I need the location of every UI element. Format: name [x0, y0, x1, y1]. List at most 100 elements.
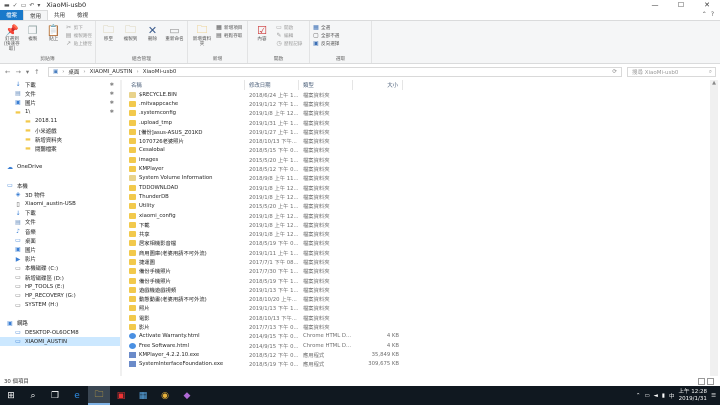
history-button[interactable]: ◷ 歷程記錄	[276, 40, 302, 47]
sidebar-item[interactable]: ▭ 本機	[0, 181, 122, 190]
sidebar-item[interactable]: ▤ 文件 ✱	[0, 89, 122, 98]
sidebar-item[interactable]: ▭ 本機磁碟 (C:)	[0, 264, 122, 273]
sidebar-item[interactable]: ▭ 新增磁碟區 (D:)	[0, 273, 122, 282]
open-button[interactable]: ▭ 開啟	[276, 24, 302, 31]
sidebar-item[interactable]: ▶ 影片	[0, 255, 122, 264]
file-row[interactable]: 動態動畫(老婆用請不可外流) 2018/10/20 上午... 檔案資料夾	[127, 295, 707, 304]
sidebar-item[interactable]: ↓ 下載 ✱	[0, 80, 122, 89]
rename-button[interactable]: ▭ 重新命名	[165, 23, 184, 43]
notification-icon[interactable]: ☰	[711, 393, 716, 399]
sidebar-item[interactable]: ▭ XIAOMI_AUSTIN	[0, 337, 122, 347]
breadcrumb-root[interactable]: 桌面	[68, 68, 79, 76]
file-row[interactable]: TDDOWNLOAD 2019/1/8 上午 12... 檔案資料夾	[127, 183, 707, 192]
sidebar-item[interactable]: ▣ 圖片 ✱	[0, 98, 122, 107]
file-row[interactable]: .upload_tmp 2019/1/31 上午 1... 檔案資料夾	[127, 118, 707, 127]
file-row[interactable]: images 2015/5/20 上午 1... 檔案資料夾	[127, 155, 707, 164]
search-icon[interactable]: ⌕	[22, 386, 44, 405]
tab-home[interactable]: 常用	[23, 10, 49, 20]
delete-button[interactable]: ✕ 刪除	[143, 23, 162, 43]
file-explorer-icon[interactable]: 🗀	[88, 386, 110, 405]
file-row[interactable]: System Volume Information 2018/9/8 上午 11.…	[127, 174, 707, 183]
up-arrow-icon[interactable]: ↑	[34, 68, 39, 76]
file-row[interactable]: Cesalobal 2018/5/15 下午 0... 檔案資料夾	[127, 146, 707, 155]
column-header-date[interactable]: 修改日期	[245, 80, 299, 90]
refresh-icon[interactable]: ⟳	[612, 69, 617, 75]
file-row[interactable]: $RECYCLE.BIN 2018/6/24 上午 1... 檔案資料夾	[127, 90, 707, 99]
file-row[interactable]: 遊戲機遊戲視頻 2019/1/13 下午 1... 檔案資料夾	[127, 285, 707, 294]
file-row[interactable]: 居家相機影音檔 2018/5/19 下午 0... 檔案資料夾	[127, 239, 707, 248]
breadcrumb-device[interactable]: XIAOMI_AUSTIN	[90, 69, 133, 75]
sidebar-item[interactable]: ☁ OneDrive	[0, 163, 122, 172]
ime-icon[interactable]: 中	[669, 392, 675, 400]
file-row[interactable]: 下載 2019/1/8 上午 12... 檔案資料夾	[127, 220, 707, 229]
undo-icon[interactable]: ↶	[29, 2, 34, 9]
file-row[interactable]: 照片 2019/1/13 下午 1... 檔案資料夾	[127, 304, 707, 313]
sidebar-item[interactable]: ▭ DESKTOP-OL6OCM8	[0, 328, 122, 337]
file-row[interactable]: .systemconfig 2019/1/8 上午 12... 檔案資料夾	[127, 109, 707, 118]
column-header-name[interactable]: 名稱	[127, 80, 245, 90]
details-view-button[interactable]	[698, 377, 705, 385]
file-row[interactable]: 備份手機照片 2018/5/19 下午 1... 檔案資料夾	[127, 276, 707, 285]
volume-icon[interactable]: ◄	[654, 393, 658, 399]
app-purple-icon[interactable]: ◆	[176, 386, 198, 405]
edit-button[interactable]: ✎ 編輯	[276, 32, 302, 39]
paste-button[interactable]: 📋 貼上	[45, 23, 63, 43]
file-row[interactable]: [備份]asus-ASUS_Z01KD 2019/1/27 上午 1... 檔案資料…	[127, 127, 707, 136]
file-row[interactable]: 影片 2017/7/13 下午 0... 檔案資料夾	[127, 322, 707, 331]
chrome-icon[interactable]: ◉	[154, 386, 176, 405]
easy-access-button[interactable]: ▤ 輕鬆存取	[216, 32, 242, 39]
help-icon[interactable]: ?	[711, 11, 714, 18]
sidebar-item[interactable]: ▤ 文件	[0, 218, 122, 227]
sidebar-item[interactable]: ▣ 圖片	[0, 245, 122, 254]
new-item-button[interactable]: ▦ 新增項目	[216, 24, 242, 31]
cut-button[interactable]: ✂ 剪下	[66, 24, 92, 31]
close-button[interactable]: ✕	[694, 0, 720, 10]
sidebar-item[interactable]: ♪ 音樂	[0, 227, 122, 236]
paste-shortcut-button[interactable]: ↗ 貼上捷徑	[66, 40, 92, 47]
breadcrumb-folder[interactable]: XiaoMi-usb0	[143, 69, 177, 75]
tab-share[interactable]: 共用	[48, 10, 71, 20]
scroll-up-icon[interactable]: ▲	[710, 80, 718, 88]
navigation-scrollbar[interactable]	[120, 80, 122, 376]
file-row[interactable]: 電影 2018/10/13 下午... 檔案資料夾	[127, 313, 707, 322]
file-row[interactable]: 商用圖庫(老婆用請不可外流) 2019/1/11 上午 1... 檔案資料夾	[127, 248, 707, 257]
column-header-type[interactable]: 類型	[299, 80, 353, 90]
copy-path-button[interactable]: ▤ 複製路徑	[66, 32, 92, 39]
sidebar-item[interactable]: ▭ 桌面	[0, 236, 122, 245]
column-header-size[interactable]: 大小	[353, 80, 403, 90]
sidebar-item[interactable]: ▣ 網路	[0, 319, 122, 328]
file-row[interactable]: KMPlayer 2018/5/12 下午 0... 檔案資料夾	[127, 164, 707, 173]
tab-view[interactable]: 檢視	[71, 10, 94, 20]
new-folder-icon[interactable]: ▭	[21, 2, 27, 9]
sidebar-item[interactable]: ▭ HP_RECOVERY (G:)	[0, 291, 122, 300]
sidebar-item[interactable]: ▬ 小米遊戲	[0, 126, 122, 135]
file-row[interactable]: 共享 2019/1/8 上午 12... 檔案資料夾	[127, 229, 707, 238]
new-folder-button[interactable]: 🗀 新增資料夾	[191, 23, 213, 48]
customize-chevron-icon[interactable]: ▾	[37, 2, 40, 9]
select-none-button[interactable]: ▢ 全部不選	[313, 32, 339, 39]
edge-browser-icon[interactable]: e	[66, 386, 88, 405]
tab-file[interactable]: 檔案	[0, 10, 24, 20]
select-all-button[interactable]: ▦ 全選	[313, 24, 339, 31]
large-icons-view-button[interactable]	[707, 377, 714, 385]
file-row[interactable]: xiaomi_config 2019/1/8 上午 12... 檔案資料夾	[127, 211, 707, 220]
file-row[interactable]: .mitvappcache 2019/1/12 下午 1... 檔案資料夾	[127, 99, 707, 108]
sidebar-item[interactable]: ▬ 1\ ✱	[0, 108, 122, 117]
copy-to-button[interactable]: 🗀 複製到	[121, 23, 140, 43]
recent-chevron-icon[interactable]: ▾	[26, 68, 29, 76]
file-row[interactable]: Activate Warranty.html 2014/9/15 下午 0... C…	[127, 332, 707, 341]
pin-quick-access-button[interactable]: 📌 釘選到[快速存取]	[3, 23, 21, 53]
sidebar-item[interactable]: ▬ 新增資料夾	[0, 135, 122, 144]
sidebar-item[interactable]: ▯ Xiaomi_austin-USB	[0, 199, 122, 208]
task-view-icon[interactable]: ❐	[44, 386, 66, 405]
app-red-icon[interactable]: ▣	[110, 386, 132, 405]
file-row[interactable]: Utility 2015/5/20 上午 1... 檔案資料夾	[127, 202, 707, 211]
invert-selection-button[interactable]: ▣ 反向選擇	[313, 40, 339, 47]
sidebar-item[interactable]: ▭ SYSTEM (H:)	[0, 301, 122, 310]
clock[interactable]: 上午 12:28 2019/1/31	[678, 389, 707, 402]
vertical-scrollbar[interactable]: ▲	[710, 80, 718, 376]
sidebar-item[interactable]: ▭ HP_TOOLS (E:)	[0, 282, 122, 291]
file-row[interactable]: KMPlayer_4.2.2.10.exe 2018/5/12 下午 0... 應用…	[127, 350, 707, 359]
network-tray-icon[interactable]: ▭	[644, 393, 649, 399]
sidebar-item[interactable]: ▬ 閱聽檔案	[0, 144, 122, 153]
